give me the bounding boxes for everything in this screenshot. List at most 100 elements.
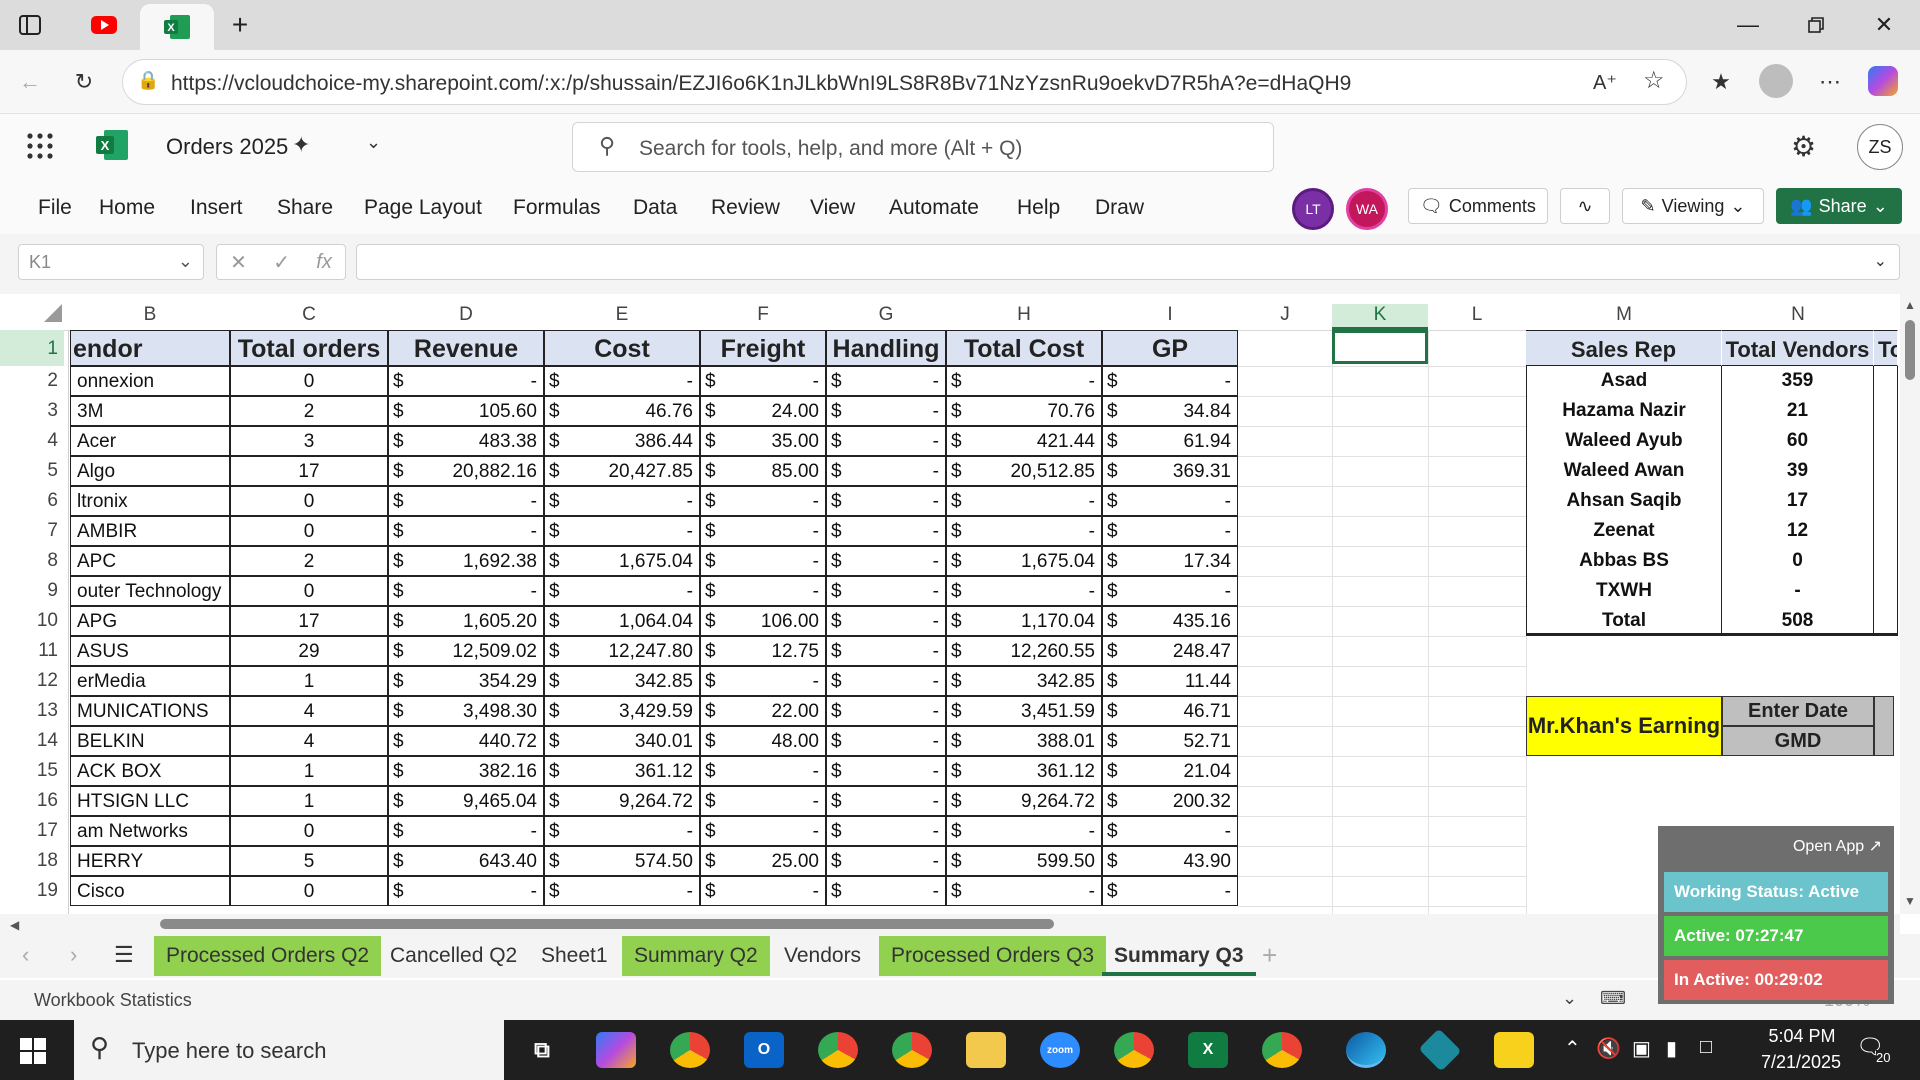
table-cell[interactable]: $52.71 <box>1102 726 1238 756</box>
table-cell[interactable]: $ - <box>826 426 946 456</box>
table-cell[interactable]: 2 <box>230 396 388 426</box>
table-cell[interactable]: $ - <box>946 816 1102 846</box>
back-icon[interactable]: ← <box>12 64 48 100</box>
chevron-down-icon[interactable]: ⌄ <box>366 132 381 153</box>
table-header-c[interactable]: Total orders <box>230 330 388 366</box>
task-view-icon[interactable]: ⧉ <box>522 1032 562 1068</box>
table-cell[interactable]: $1,675.04 <box>544 546 700 576</box>
show-hidden-icons-chevron-icon[interactable]: ⌃ <box>1564 1036 1581 1061</box>
clock-date[interactable]: 7/21/2025 <box>1746 1052 1856 1073</box>
sales-rep-name[interactable]: Zeenat <box>1526 516 1722 546</box>
sales-rep-total[interactable]: 0 <box>1722 546 1874 576</box>
sales-rep-name[interactable]: Ahsan Saqib <box>1526 486 1722 516</box>
table-cell[interactable]: $ - <box>826 846 946 876</box>
sheet-tab-cancelled-q2[interactable]: Cancelled Q2 <box>378 936 529 976</box>
table-cell[interactable]: $574.50 <box>544 846 700 876</box>
refresh-icon[interactable]: ↻ <box>66 64 102 100</box>
table-cell[interactable]: $354.29 <box>388 666 544 696</box>
name-box[interactable]: K1 ⌄ <box>18 244 204 280</box>
table-cell[interactable]: 29 <box>230 636 388 666</box>
profile-avatar[interactable] <box>1759 64 1793 98</box>
column-header-h[interactable]: H <box>946 304 1102 330</box>
zoom-app-icon[interactable]: zoom <box>1040 1032 1080 1068</box>
table-cell[interactable]: $435.16 <box>1102 606 1238 636</box>
copilot-icon[interactable] <box>1868 66 1898 96</box>
table-cell[interactable]: $106.00 <box>700 606 826 636</box>
table-cell[interactable]: 0 <box>230 516 388 546</box>
table-cell[interactable]: $ - <box>544 486 700 516</box>
sales-row-tail[interactable] <box>1874 546 1898 576</box>
table-cell[interactable]: $ - <box>826 396 946 426</box>
sales-header-0[interactable]: Sales Rep <box>1526 330 1722 366</box>
chrome-icon[interactable] <box>1114 1032 1154 1068</box>
table-cell[interactable]: 0 <box>230 486 388 516</box>
table-cell[interactable]: $1,170.04 <box>946 606 1102 636</box>
copilot-app-icon[interactable] <box>596 1032 636 1068</box>
network-icon[interactable]: □ <box>1700 1036 1712 1059</box>
scroll-left-icon[interactable]: ◀ <box>10 918 19 932</box>
table-cell[interactable]: 0 <box>230 876 388 906</box>
user-avatar[interactable]: ZS <box>1857 124 1903 170</box>
battery-icon[interactable]: ▮ <box>1666 1036 1677 1061</box>
add-sheet-icon[interactable]: + <box>1262 940 1277 971</box>
table-cell[interactable]: $ - <box>544 366 700 396</box>
sales-row-tail[interactable] <box>1874 576 1898 606</box>
table-cell[interactable]: $ - <box>700 486 826 516</box>
table-cell[interactable]: $12,509.02 <box>388 636 544 666</box>
table-cell[interactable]: $ - <box>388 486 544 516</box>
row-header-8[interactable]: 8 <box>0 546 64 576</box>
row-header-11[interactable]: 11 <box>0 636 64 666</box>
sales-rep-total[interactable]: 12 <box>1722 516 1874 546</box>
table-header-g[interactable]: Handling <box>826 330 946 366</box>
menu-data[interactable]: Data <box>633 196 677 220</box>
sales-row-tail[interactable] <box>1874 366 1898 396</box>
table-cell[interactable]: $11.44 <box>1102 666 1238 696</box>
table-cell[interactable]: 3 <box>230 426 388 456</box>
next-sheet-chevron-icon[interactable]: › <box>70 942 77 968</box>
table-cell[interactable]: $ - <box>700 666 826 696</box>
table-cell[interactable]: 17 <box>230 606 388 636</box>
row-header-4[interactable]: 4 <box>0 426 64 456</box>
column-header-i[interactable]: I <box>1102 304 1238 330</box>
table-cell[interactable]: $ - <box>946 366 1102 396</box>
column-header-k[interactable]: K <box>1332 304 1428 330</box>
table-header-b[interactable]: endor <box>70 330 230 366</box>
row-header-14[interactable]: 14 <box>0 726 64 756</box>
table-cell[interactable]: $24.00 <box>700 396 826 426</box>
table-cell[interactable]: $ - <box>826 786 946 816</box>
sales-rep-total[interactable]: 17 <box>1722 486 1874 516</box>
comments-button[interactable]: 🗨 Comments <box>1408 188 1548 224</box>
table-cell[interactable]: am Networks <box>70 816 230 846</box>
menu-view[interactable]: View <box>810 196 855 220</box>
column-header-l[interactable]: L <box>1428 304 1526 330</box>
table-cell[interactable]: 1 <box>230 666 388 696</box>
file-explorer-icon[interactable] <box>966 1032 1006 1068</box>
table-cell[interactable]: $ - <box>826 726 946 756</box>
table-cell[interactable]: 2 <box>230 546 388 576</box>
settings-gear-icon[interactable]: ⚙ <box>1791 130 1816 163</box>
table-cell[interactable]: $70.76 <box>946 396 1102 426</box>
table-cell[interactable]: $ - <box>388 516 544 546</box>
column-header-e[interactable]: E <box>544 304 700 330</box>
table-cell[interactable]: $ - <box>700 366 826 396</box>
table-cell[interactable]: $ - <box>826 546 946 576</box>
table-cell[interactable]: $643.40 <box>388 846 544 876</box>
table-cell[interactable]: ltronix <box>70 486 230 516</box>
sales-rep-name[interactable]: TXWH <box>1526 576 1722 606</box>
table-cell[interactable]: 0 <box>230 576 388 606</box>
select-all-corner[interactable] <box>44 304 62 322</box>
menu-home[interactable]: Home <box>99 196 155 220</box>
table-cell[interactable]: $1,064.04 <box>544 606 700 636</box>
horizontal-scrollbar[interactable]: ◀ <box>0 914 1900 934</box>
outlook-icon[interactable]: O <box>744 1032 784 1068</box>
url-field[interactable]: 🔒 https://vcloudchoice-my.sharepoint.com… <box>122 59 1687 105</box>
table-cell[interactable]: $ - <box>826 486 946 516</box>
presence-avatar-lt[interactable]: LT <box>1292 188 1334 230</box>
table-cell[interactable]: $ - <box>826 816 946 846</box>
table-cell[interactable]: $ - <box>388 816 544 846</box>
table-cell[interactable]: $200.32 <box>1102 786 1238 816</box>
table-cell[interactable]: $483.38 <box>388 426 544 456</box>
row-header-2[interactable]: 2 <box>0 366 64 396</box>
sheet-tab-summary-q2[interactable]: Summary Q2 <box>622 936 770 976</box>
row-header-18[interactable]: 18 <box>0 846 64 876</box>
